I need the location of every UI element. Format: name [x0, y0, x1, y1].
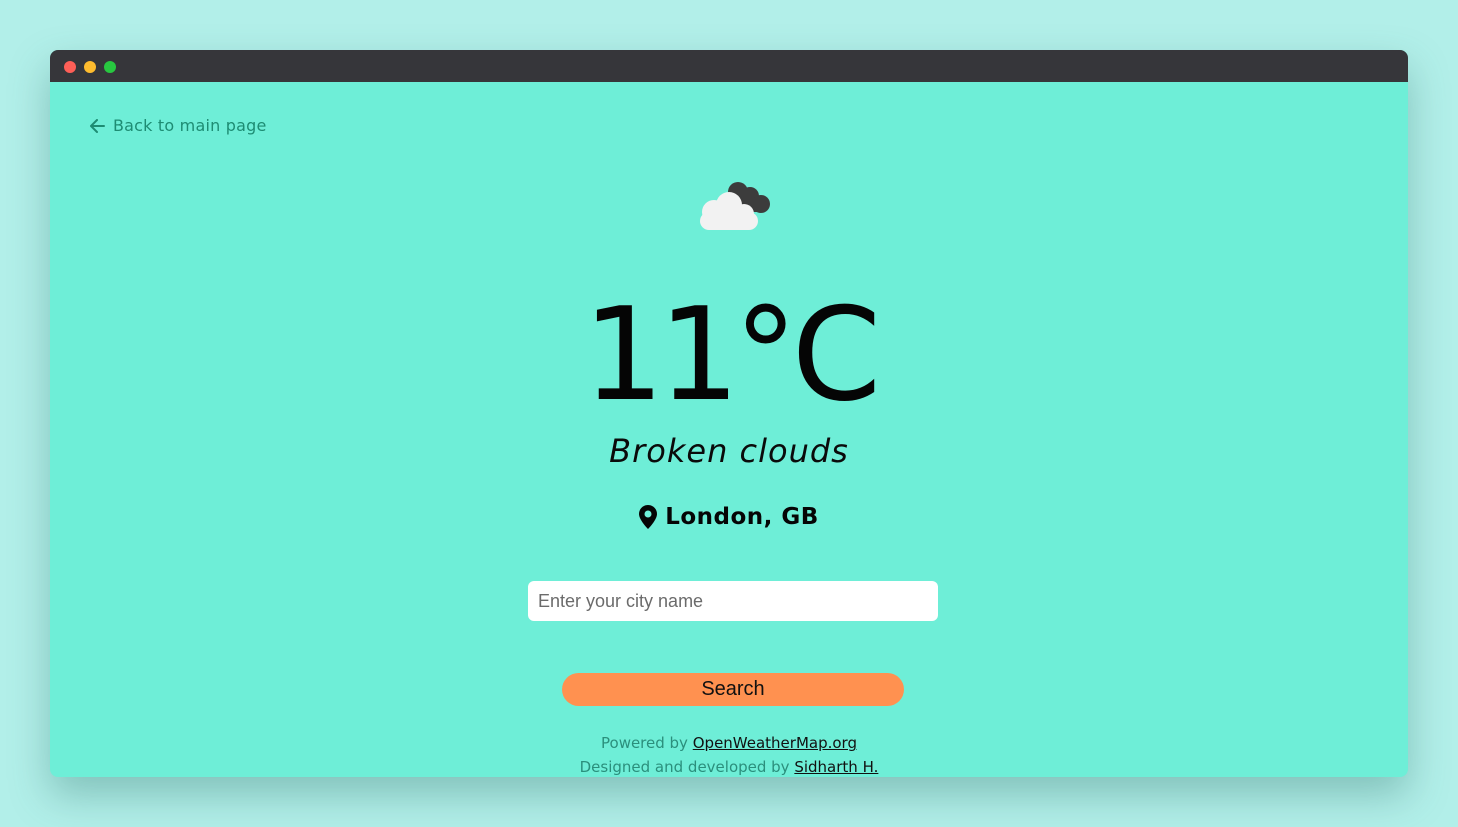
temperature-display: 11°C [582, 281, 881, 430]
weather-description: Broken clouds [609, 432, 849, 470]
browser-window: Back to main page 11°C Broken clouds Lon… [50, 50, 1408, 777]
location-display: London, GB [50, 504, 1408, 530]
search-button[interactable]: Search [562, 673, 904, 706]
location-label: London, GB [665, 504, 819, 530]
broken-clouds-icon [700, 182, 770, 230]
openweathermap-link[interactable]: OpenWeatherMap.org [693, 734, 857, 752]
close-window-button[interactable] [64, 61, 76, 73]
powered-by-text: Powered by [601, 734, 688, 752]
credit-line: Designed and developed by Sidharth H. [50, 755, 1408, 777]
weather-app: Back to main page 11°C Broken clouds Lon… [50, 82, 1408, 777]
city-search-input[interactable] [528, 581, 938, 621]
arrow-left-icon [90, 118, 105, 133]
maximize-window-button[interactable] [104, 61, 116, 73]
credit-text: Designed and developed by [579, 758, 790, 776]
back-link-label: Back to main page [113, 116, 267, 135]
window-titlebar [50, 50, 1408, 82]
powered-by-line: Powered by OpenWeatherMap.org [50, 731, 1408, 755]
back-to-main-link[interactable]: Back to main page [90, 116, 267, 135]
footer: Powered by OpenWeatherMap.org Designed a… [50, 731, 1408, 777]
map-pin-icon [639, 505, 658, 529]
author-link[interactable]: Sidharth H. [794, 758, 878, 776]
minimize-window-button[interactable] [84, 61, 96, 73]
